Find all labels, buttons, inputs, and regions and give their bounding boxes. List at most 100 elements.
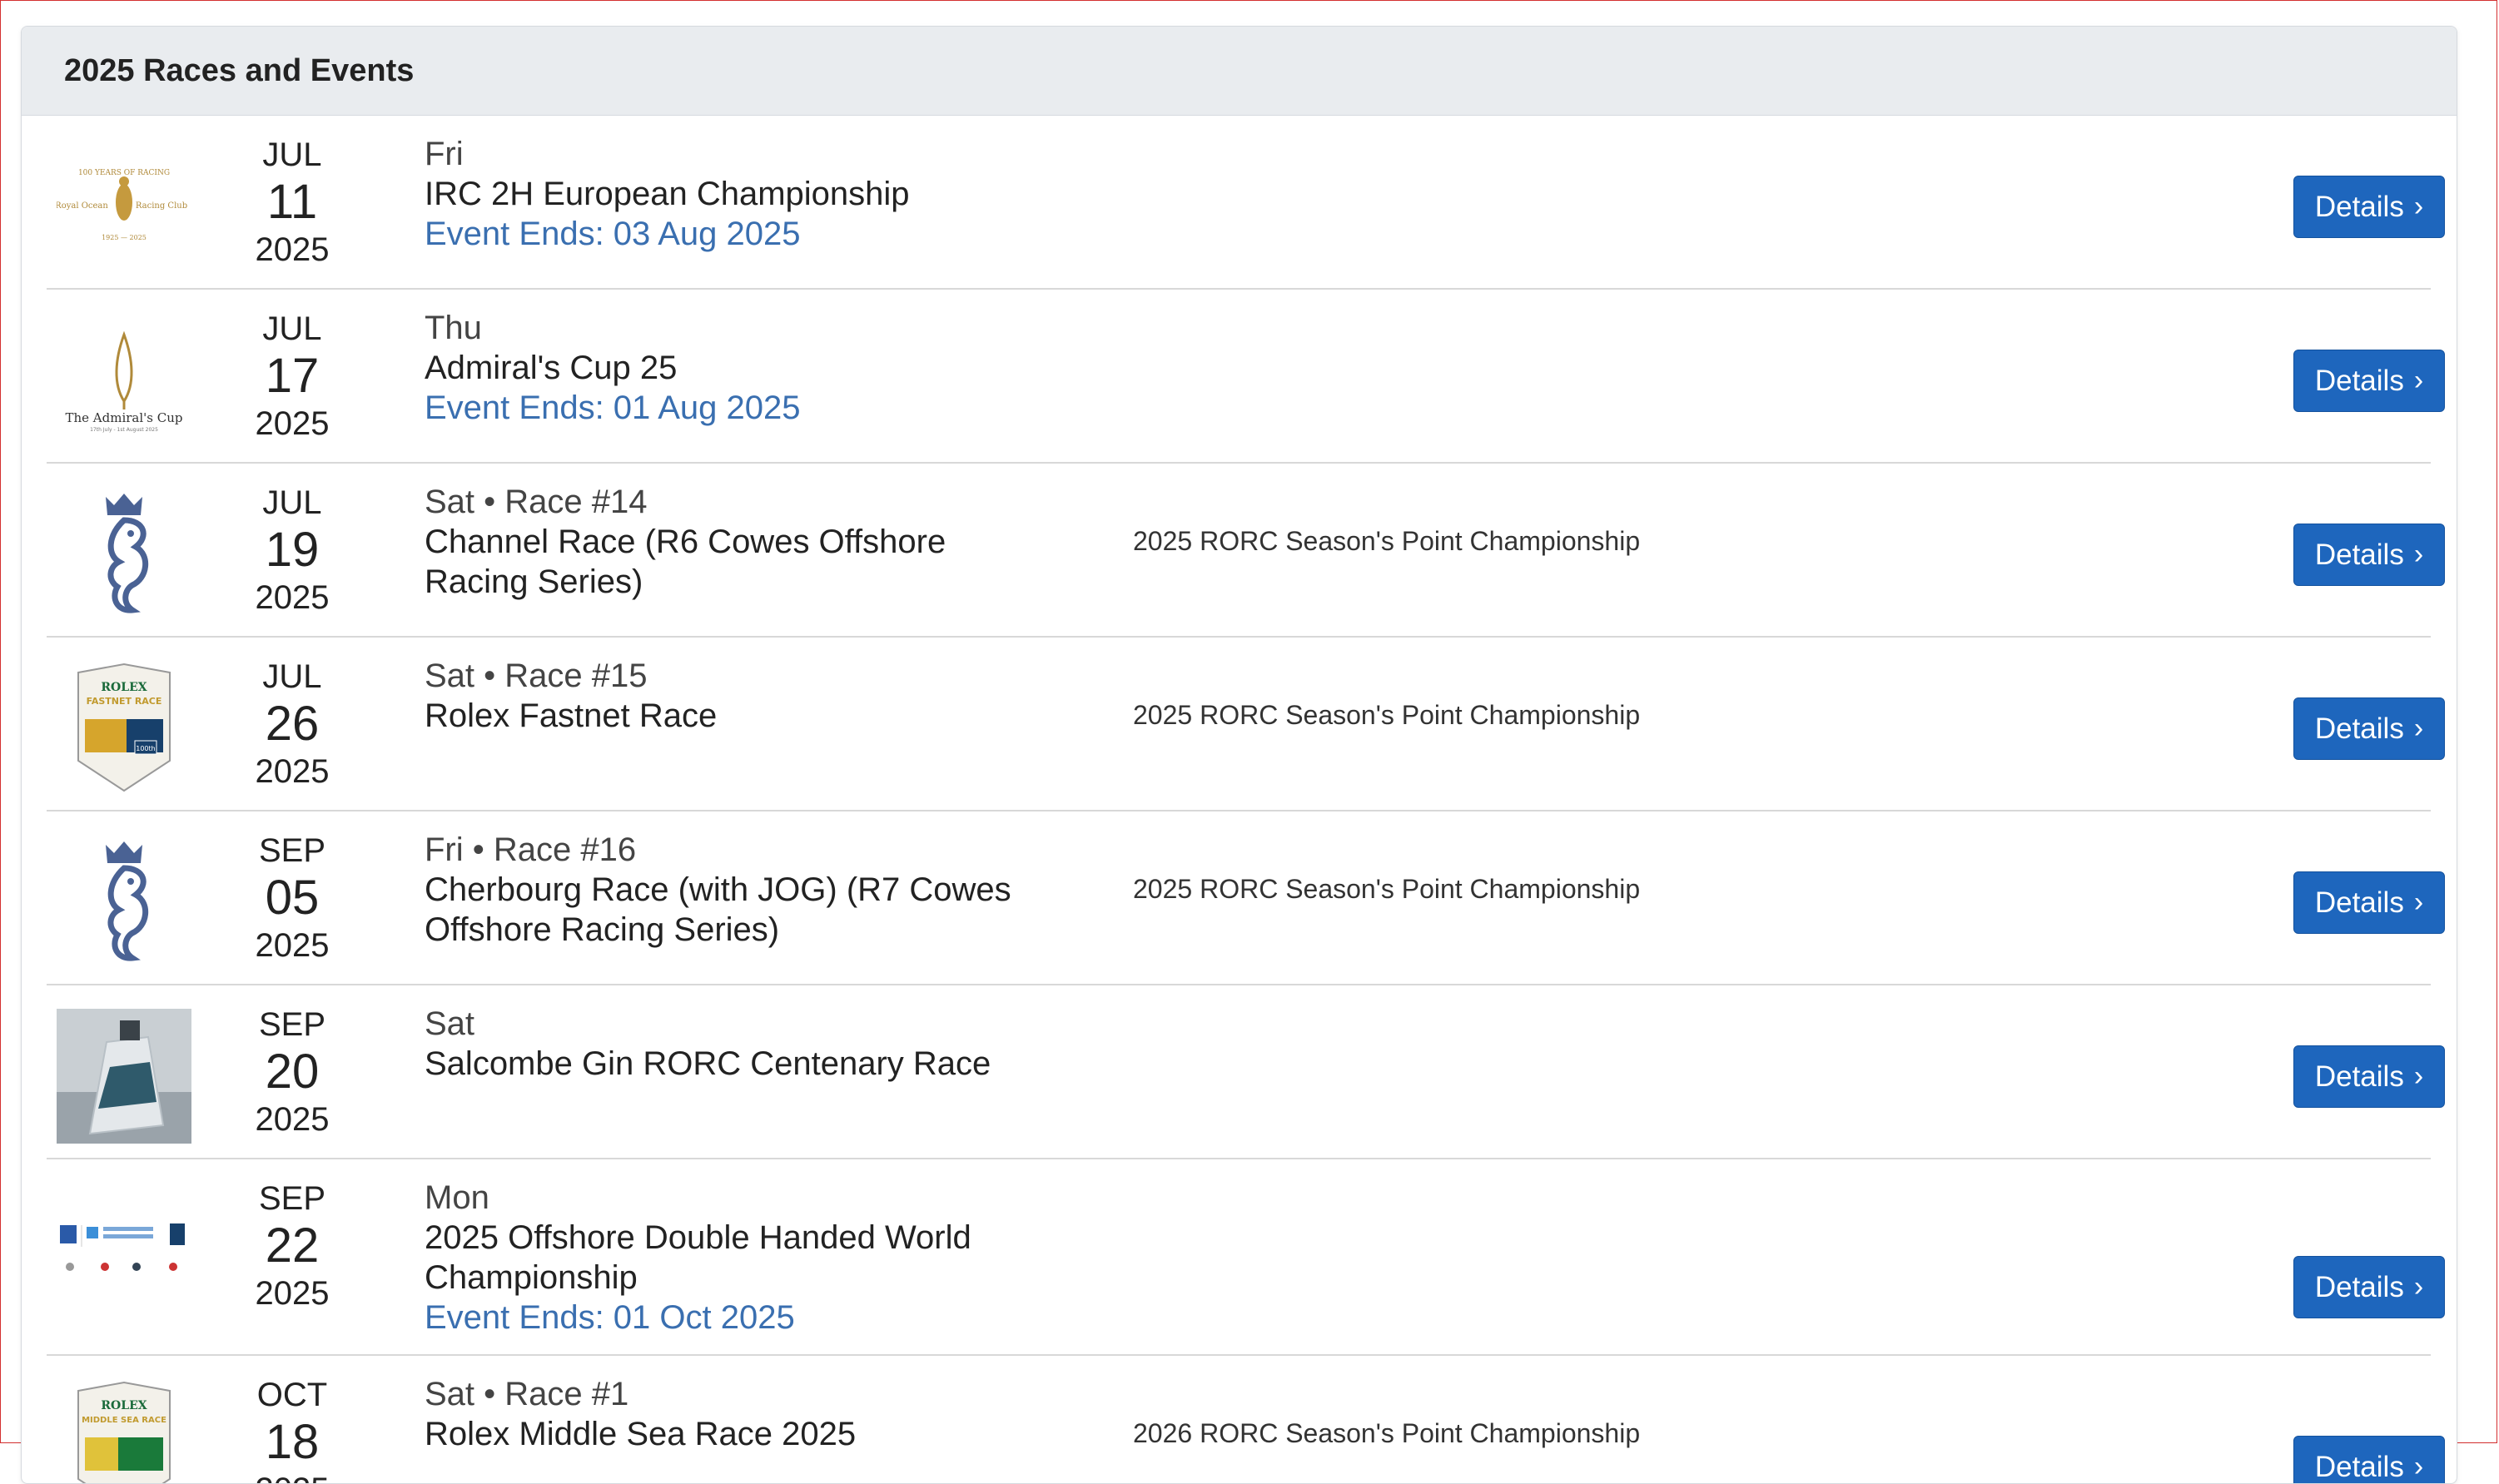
event-day: 17 bbox=[265, 349, 320, 403]
event-series: 2025 RORC Season's Point Championship bbox=[1133, 874, 1641, 904]
event-row: ROLEX MIDDLE SEA RACE OCT 18 2025 Sat • … bbox=[47, 1356, 2445, 1483]
event-year: 2025 bbox=[255, 579, 330, 616]
event-month: JUL bbox=[262, 310, 322, 347]
event-weekday: Fri • Race #16 bbox=[425, 831, 637, 868]
event-date: JUL 17 2025 bbox=[234, 308, 350, 444]
details-button[interactable]: Details › bbox=[2293, 524, 2445, 586]
details-button-label: Details bbox=[2314, 1060, 2404, 1093]
chevron-right-icon: › bbox=[2413, 191, 2424, 222]
event-month: OCT bbox=[256, 1377, 328, 1413]
svg-text:FASTNET RACE: FASTNET RACE bbox=[87, 696, 162, 707]
event-year: 2025 bbox=[255, 753, 330, 790]
svg-text:Racing Club: Racing Club bbox=[136, 201, 187, 211]
chevron-right-icon: › bbox=[2413, 712, 2424, 744]
details-button[interactable]: Details › bbox=[2293, 1256, 2445, 1318]
event-name: Channel Race (R6 Cowes Offshore Racing S… bbox=[425, 524, 946, 600]
event-info: Thu Admiral's Cup 25 Event Ends: 01 Aug … bbox=[425, 308, 1057, 428]
event-date: SEP 20 2025 bbox=[234, 1004, 350, 1140]
details-button[interactable]: Details › bbox=[2293, 697, 2445, 760]
event-year: 2025 bbox=[255, 1101, 330, 1138]
event-row: 100 YEARS OF RACING Royal Ocean Racing C… bbox=[47, 116, 2445, 290]
event-month: SEP bbox=[258, 1006, 326, 1043]
event-weekday: Mon bbox=[425, 1179, 489, 1216]
svg-text:MIDDLE SEA RACE: MIDDLE SEA RACE bbox=[82, 1416, 166, 1425]
details-button-label: Details bbox=[2314, 1270, 2404, 1303]
details-button-label: Details bbox=[2314, 712, 2404, 745]
event-day: 20 bbox=[265, 1045, 320, 1099]
svg-text:100th: 100th bbox=[136, 745, 155, 752]
event-weekday: Thu bbox=[425, 310, 482, 346]
chevron-right-icon: › bbox=[2413, 1271, 2424, 1303]
event-month: SEP bbox=[258, 832, 326, 869]
event-end-date: Event Ends: 03 Aug 2025 bbox=[425, 216, 801, 252]
rolex-middle-sea-race-logo-icon: ROLEX MIDDLE SEA RACE bbox=[57, 1379, 191, 1483]
svg-text:ROLEX: ROLEX bbox=[101, 1399, 147, 1412]
event-end-date: Event Ends: 01 Aug 2025 bbox=[425, 390, 801, 426]
svg-text:1925 — 2025: 1925 — 2025 bbox=[102, 234, 147, 241]
event-weekday: Sat bbox=[425, 1005, 475, 1042]
event-month: JUL bbox=[262, 658, 322, 695]
event-info: Sat • Race #1 Rolex Middle Sea Race 2025 bbox=[425, 1374, 1057, 1454]
event-date: JUL 19 2025 bbox=[234, 482, 350, 618]
event-name: Rolex Fastnet Race bbox=[425, 697, 718, 734]
gin-bottle-photo-icon bbox=[57, 1009, 191, 1144]
event-row: SEP 22 2025 Mon 2025 Offshore Double Han… bbox=[47, 1159, 2445, 1356]
event-month: JUL bbox=[262, 136, 322, 173]
event-info: Sat • Race #15 Rolex Fastnet Race bbox=[425, 656, 1057, 736]
svg-text:Royal Ocean: Royal Ocean bbox=[57, 201, 108, 211]
event-name: Salcombe Gin RORC Centenary Race bbox=[425, 1045, 991, 1082]
event-row: The Admiral's Cup 17th July - 1st August… bbox=[47, 290, 2445, 464]
event-day: 22 bbox=[265, 1218, 320, 1273]
event-year: 2025 bbox=[255, 231, 330, 268]
event-date: SEP 22 2025 bbox=[234, 1178, 350, 1314]
event-series: 2026 RORC Season's Point Championship bbox=[1133, 1418, 1641, 1448]
event-year: 2025 bbox=[255, 1275, 330, 1312]
svg-text:ROLEX: ROLEX bbox=[101, 681, 147, 694]
event-name: Admiral's Cup 25 bbox=[425, 350, 678, 386]
details-button[interactable]: Details › bbox=[2293, 1436, 2445, 1483]
event-day: 11 bbox=[266, 175, 318, 229]
seahorse-crest-logo-icon bbox=[57, 835, 191, 970]
offshore-double-handed-logo-icon bbox=[57, 1183, 191, 1318]
panel-header: 2025 Races and Events bbox=[22, 27, 2457, 116]
details-button-label: Details bbox=[2314, 190, 2404, 223]
event-year: 2025 bbox=[255, 405, 330, 442]
event-end-date: Event Ends: 01 Oct 2025 bbox=[425, 1299, 795, 1336]
event-row: SEP 20 2025 Sat Salcombe Gin RORC Centen… bbox=[47, 985, 2445, 1159]
svg-text:The Admiral's Cup: The Admiral's Cup bbox=[65, 410, 182, 425]
details-button-label: Details bbox=[2314, 538, 2404, 571]
details-button-label: Details bbox=[2314, 364, 2404, 397]
event-month: SEP bbox=[258, 1180, 326, 1217]
event-row: SEP 05 2025 Fri • Race #16 Cherbourg Rac… bbox=[47, 811, 2445, 985]
races-events-panel: 2025 Races and Events 100 YEARS OF RACIN… bbox=[21, 26, 2457, 1484]
event-weekday: Sat • Race #14 bbox=[425, 484, 648, 520]
details-button[interactable]: Details › bbox=[2293, 350, 2445, 412]
seahorse-crest-logo-icon bbox=[57, 487, 191, 622]
event-weekday: Sat • Race #15 bbox=[425, 658, 648, 694]
details-button-label: Details bbox=[2314, 1450, 2404, 1483]
event-date: JUL 11 2025 bbox=[234, 134, 350, 270]
event-name: IRC 2H European Championship bbox=[425, 176, 910, 212]
event-day: 19 bbox=[265, 523, 320, 577]
event-year: 2025 bbox=[255, 927, 330, 964]
details-button[interactable]: Details › bbox=[2293, 871, 2445, 934]
chevron-right-icon: › bbox=[2413, 539, 2424, 570]
event-info: Fri IRC 2H European Championship Event E… bbox=[425, 134, 1057, 254]
event-date: JUL 26 2025 bbox=[234, 656, 350, 792]
royal-ocean-racing-club-logo-icon: 100 YEARS OF RACING Royal Ocean Racing C… bbox=[57, 139, 191, 274]
panel-title: 2025 Races and Events bbox=[64, 52, 415, 88]
details-button[interactable]: Details › bbox=[2293, 1045, 2445, 1108]
event-info: Mon 2025 Offshore Double Handed World Ch… bbox=[425, 1178, 1057, 1338]
event-day: 26 bbox=[265, 697, 320, 751]
chevron-right-icon: › bbox=[2413, 1060, 2424, 1092]
details-button[interactable]: Details › bbox=[2293, 176, 2445, 238]
event-name: Cherbourg Race (with JOG) (R7 Cowes Offs… bbox=[425, 871, 1011, 948]
event-weekday: Sat • Race #1 bbox=[425, 1376, 629, 1412]
event-date: SEP 05 2025 bbox=[234, 830, 350, 966]
event-day: 05 bbox=[265, 871, 320, 925]
event-info: Sat • Race #14 Channel Race (R6 Cowes Of… bbox=[425, 482, 1057, 602]
event-series: 2025 RORC Season's Point Championship bbox=[1133, 700, 1641, 730]
event-row: ROLEX FASTNET RACE 100th JUL 26 2025 Sat… bbox=[47, 638, 2445, 811]
event-weekday: Fri bbox=[425, 136, 464, 172]
svg-text:100 YEARS OF RACING: 100 YEARS OF RACING bbox=[78, 169, 170, 177]
